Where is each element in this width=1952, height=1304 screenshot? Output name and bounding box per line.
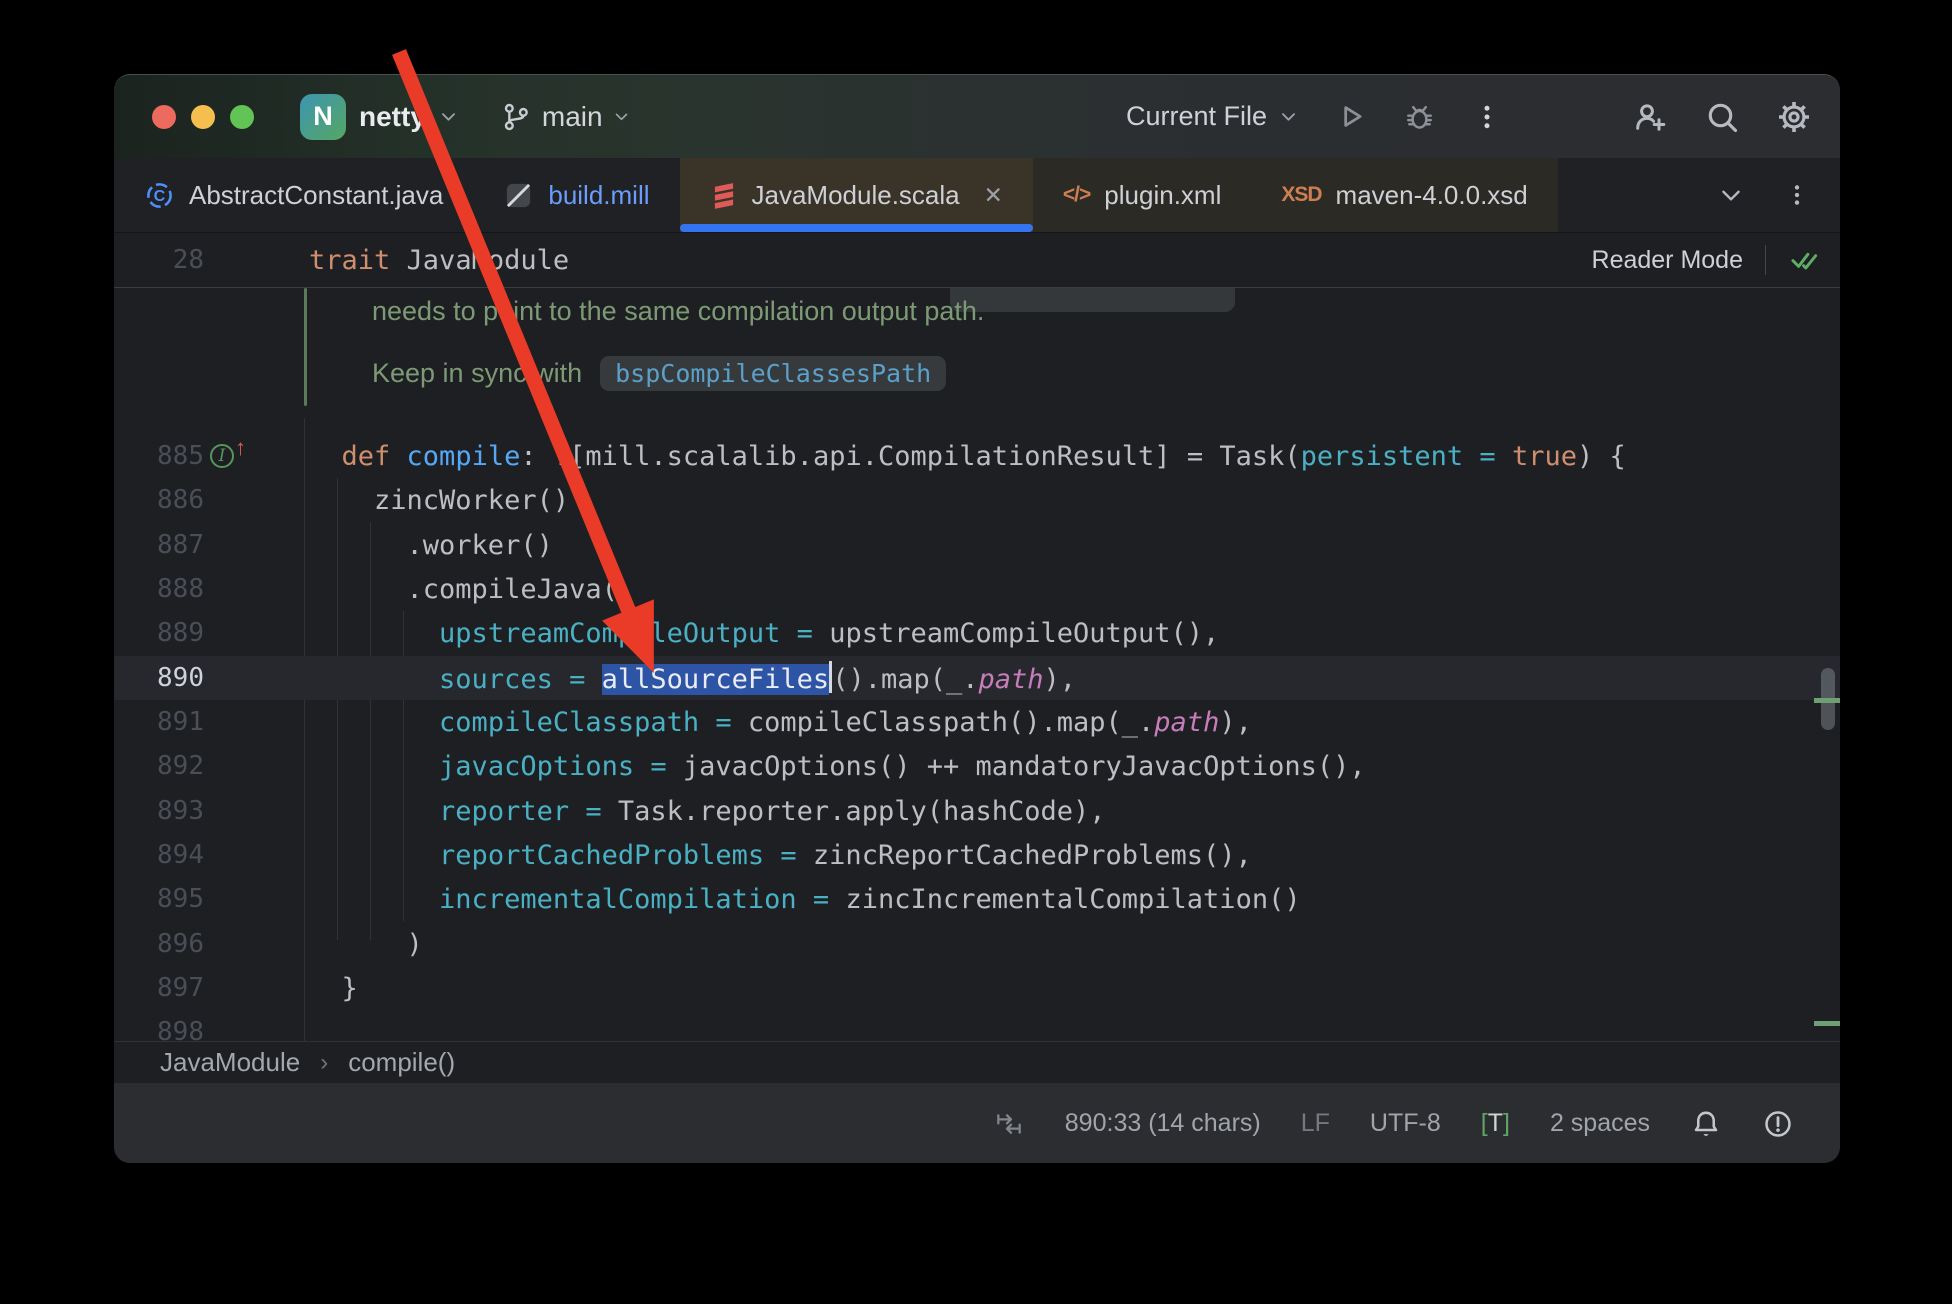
project-name: netty — [359, 101, 426, 133]
svg-text:C: C — [154, 187, 166, 205]
fatal-error-icon[interactable] — [1762, 1108, 1794, 1140]
scala-file-icon — [710, 179, 738, 212]
minimize-icon[interactable] — [191, 105, 215, 129]
breadcrumb: JavaModule › compile() — [114, 1041, 1840, 1083]
code-line-886[interactable]: 886 zincWorker() — [114, 478, 1840, 522]
doc-comment-line: needs to point to the same compilation o… — [372, 296, 984, 327]
encoding-widget[interactable]: UTF-8 — [1370, 1109, 1441, 1138]
typing-mode-badge[interactable]: [T] — [1481, 1109, 1510, 1138]
run-configuration-label: Current File — [1126, 101, 1267, 132]
chevron-down-icon — [613, 108, 630, 125]
settings-gear-icon — [1776, 99, 1812, 135]
tab-maven-xsd[interactable]: XSD maven-4.0.0.xsd — [1251, 158, 1557, 232]
scrollbar-mark[interactable] — [1814, 1021, 1840, 1026]
code-editor[interactable]: needs to point to the same compilation o… — [114, 288, 1840, 1041]
override-gutter-icon[interactable]: I↑ — [210, 441, 240, 471]
code-line-888[interactable]: 888 .compileJava( — [114, 567, 1840, 611]
project-avatar: N — [300, 94, 346, 140]
indent-widget[interactable]: 2 spaces — [1550, 1109, 1650, 1138]
line-separator-widget[interactable]: LF — [1301, 1109, 1330, 1138]
tab-close-icon[interactable]: ✕ — [984, 182, 1003, 209]
ide-window: N netty main Current File — [114, 74, 1840, 1163]
code-line-890-current[interactable]: 890 sources = allSourceFiles().map(_.pat… — [114, 656, 1840, 700]
run-button[interactable] — [1334, 100, 1367, 133]
code-line-893[interactable]: 893 reporter = Task.reporter.apply(hashC… — [114, 789, 1840, 833]
code-with-me-button[interactable] — [1632, 99, 1668, 135]
breadcrumb-item-method[interactable]: compile() — [348, 1047, 455, 1078]
tab-label: JavaModule.scala — [752, 180, 960, 211]
code-line-896[interactable]: 896 ) — [114, 922, 1840, 966]
close-icon[interactable] — [152, 105, 176, 129]
xml-file-icon: </> — [1063, 183, 1090, 207]
java-class-icon: C — [144, 180, 175, 211]
tabs-overflow-chevron-icon[interactable] — [1718, 182, 1744, 208]
run-configuration-selector[interactable]: Current File — [1126, 101, 1298, 132]
mill-file-icon — [503, 180, 534, 211]
doc-code-chip-clipped — [950, 288, 1235, 312]
chevron-down-icon — [439, 107, 458, 126]
add-user-icon — [1632, 99, 1668, 135]
code-line-892[interactable]: 892 javacOptions = javacOptions() ++ man… — [114, 744, 1840, 788]
tab-javamodule-scala[interactable]: JavaModule.scala ✕ — [680, 158, 1033, 232]
project-selector[interactable]: N netty — [300, 94, 458, 140]
tabs-options-kebab-icon[interactable] — [1784, 182, 1810, 208]
doc-code-chip[interactable]: bspCompileClassesPath — [600, 356, 946, 391]
more-actions-button[interactable] — [1472, 102, 1502, 132]
divider — [1765, 245, 1766, 275]
code-line-887[interactable]: 887 .worker() — [114, 523, 1840, 567]
tab-label: maven-4.0.0.xsd — [1336, 180, 1528, 211]
doc-comment-line: Keep in sync with bspCompileClassesPath — [372, 356, 946, 391]
breadcrumb-item-class[interactable]: JavaModule — [160, 1047, 300, 1078]
code-line-894[interactable]: 894 reportCachedProblems = zincReportCac… — [114, 833, 1840, 877]
more-icon — [1472, 102, 1502, 132]
debug-icon — [1403, 100, 1436, 133]
debug-button[interactable] — [1403, 100, 1436, 133]
run-icon — [1334, 100, 1367, 133]
notifications-bell-icon[interactable] — [1690, 1108, 1722, 1140]
branch-selector[interactable]: main — [500, 101, 630, 133]
caret-position-widget[interactable]: 890:33 (14 chars) — [1065, 1109, 1261, 1138]
tab-abstractconstant-java[interactable]: C AbstractConstant.java — [114, 158, 473, 232]
inspections-ok-icon[interactable] — [1788, 243, 1822, 277]
search-everywhere-button[interactable] — [1704, 99, 1740, 135]
doc-comment-bar — [304, 288, 307, 406]
status-bar: 890:33 (14 chars) LF UTF-8 [T] 2 spaces — [114, 1083, 1840, 1163]
search-icon — [1704, 99, 1740, 135]
traffic-lights — [152, 105, 254, 129]
title-bar: N netty main Current File — [114, 75, 1840, 158]
settings-button[interactable] — [1776, 99, 1812, 135]
chevron-down-icon — [1279, 107, 1298, 126]
code-line-897[interactable]: 897 } — [114, 966, 1840, 1010]
code-line-885[interactable]: 885 I↑ def compile: T[mill.scalalib.api.… — [114, 434, 1840, 478]
code-line-898[interactable]: 898 — [114, 1010, 1840, 1041]
code-line-895[interactable]: 895 incrementalCompilation = zincIncreme… — [114, 877, 1840, 921]
sticky-line-number: 28 — [114, 245, 304, 275]
tab-label: plugin.xml — [1104, 180, 1221, 211]
branch-name: main — [542, 101, 603, 133]
tab-plugin-xml[interactable]: </> plugin.xml — [1033, 158, 1251, 232]
jump-to-column-icon[interactable] — [993, 1108, 1025, 1140]
tab-label: build.mill — [548, 180, 649, 211]
breadcrumb-separator: › — [320, 1049, 328, 1077]
xsd-file-icon: XSD — [1281, 183, 1321, 207]
sticky-lines-header[interactable]: 28 trait JavaModule Reader Mode — [114, 233, 1840, 288]
scrollbar-mark[interactable] — [1814, 698, 1840, 703]
tab-label: AbstractConstant.java — [189, 180, 443, 211]
git-branch-icon — [500, 101, 532, 133]
editor-tab-bar: C AbstractConstant.java build.mill JavaM… — [114, 158, 1840, 233]
tab-build-mill[interactable]: build.mill — [473, 158, 679, 232]
sticky-code: trait JavaModule — [304, 245, 569, 276]
zoom-icon[interactable] — [230, 105, 254, 129]
code-line-891[interactable]: 891 compileClasspath = compileClasspath(… — [114, 700, 1840, 744]
code-line-889[interactable]: 889 upstreamCompileOutput = upstreamComp… — [114, 611, 1840, 655]
reader-mode-label[interactable]: Reader Mode — [1592, 246, 1743, 275]
selected-text: allSourceFiles — [602, 664, 830, 695]
active-tab-underline — [680, 224, 1033, 232]
